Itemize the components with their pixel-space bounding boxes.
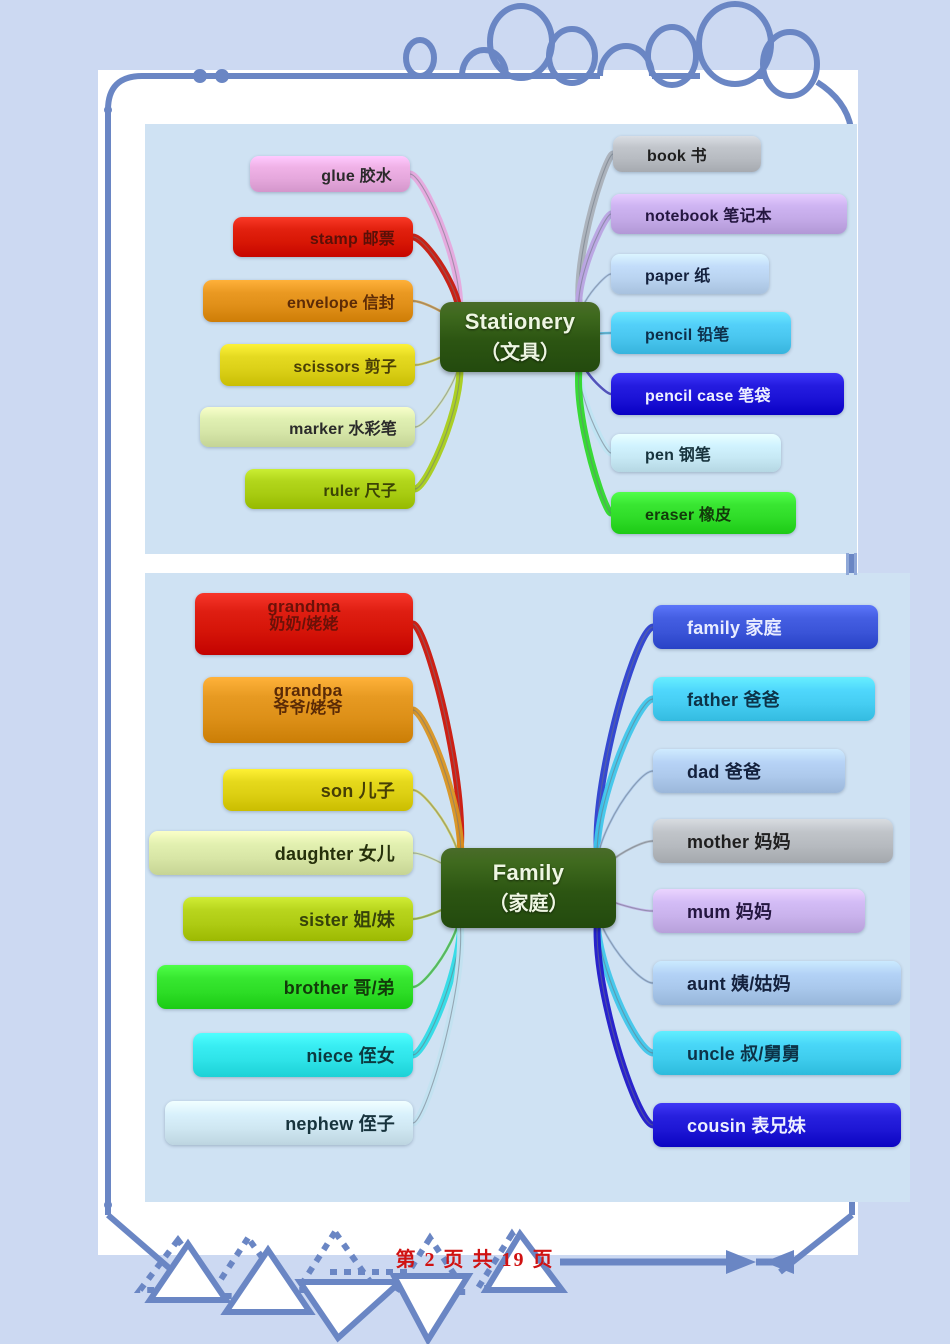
node-label: mother 妈妈 [687, 832, 791, 852]
node-label: ruler 尺子 [323, 483, 397, 500]
node-envelope[interactable]: envelope 信封 [203, 280, 413, 322]
node-label: eraser 橡皮 [645, 507, 732, 524]
mindmap-family: Family （家庭） grandma 奶奶/姥姥 grandpa 爷爷/姥爷 son … [145, 573, 910, 1202]
node-label: nephew 侄子 [285, 1114, 395, 1134]
node-label: book 书 [647, 148, 707, 165]
node-sister[interactable]: sister 姐/妹 [183, 897, 413, 941]
node-family[interactable]: family 家庭 [653, 605, 878, 649]
node-label: notebook 笔记本 [645, 208, 772, 225]
node-label: brother 哥/弟 [283, 978, 395, 998]
node-label: envelope 信封 [286, 295, 395, 312]
node-label-en: grandma [267, 597, 341, 616]
node-grandpa[interactable]: grandpa 爷爷/姥爷 [203, 677, 413, 743]
node-dad[interactable]: dad 爸爸 [653, 749, 845, 793]
node-ruler[interactable]: ruler 尺子 [245, 469, 415, 509]
central-node-stationery[interactable]: Stationery （文具） [440, 302, 600, 372]
node-pen[interactable]: pen 钢笔 [611, 434, 781, 472]
node-pencil-case[interactable]: pencil case 笔袋 [611, 373, 844, 415]
node-label: stamp 邮票 [309, 231, 395, 248]
node-pencil[interactable]: pencil 铅笔 [611, 312, 791, 354]
node-mum[interactable]: mum 妈妈 [653, 889, 865, 933]
page-gap-marks [842, 553, 860, 575]
node-label: uncle 叔/舅舅 [687, 1044, 801, 1064]
page-canvas: Stationery （文具） glue 胶水 stamp 邮票 envelope … [0, 0, 950, 1344]
node-label-cn: 爷爷/姥爷 [273, 700, 343, 718]
node-label: dad 爸爸 [687, 762, 762, 782]
node-label: aunt 姨/姑妈 [687, 974, 791, 994]
node-label: mum 妈妈 [687, 902, 773, 922]
node-aunt[interactable]: aunt 姨/姑妈 [653, 961, 901, 1005]
node-label: pen 钢笔 [645, 447, 712, 464]
node-cousin[interactable]: cousin 表兄妹 [653, 1103, 901, 1147]
node-marker[interactable]: marker 水彩笔 [200, 407, 415, 447]
node-brother[interactable]: brother 哥/弟 [157, 965, 413, 1009]
node-daughter[interactable]: daughter 女儿 [149, 831, 413, 875]
node-stamp[interactable]: stamp 邮票 [233, 217, 413, 257]
node-label-en: grandpa [273, 681, 343, 700]
node-paper[interactable]: paper 纸 [611, 254, 769, 294]
mindmap-stationery: Stationery （文具） glue 胶水 stamp 邮票 envelope … [145, 124, 857, 554]
node-label: scissors 剪子 [293, 359, 397, 376]
node-label: son 儿子 [320, 781, 395, 801]
central-label-en: Stationery [464, 309, 576, 334]
node-glue[interactable]: glue 胶水 [250, 156, 410, 192]
node-label: sister 姐/妹 [298, 910, 395, 930]
node-nephew[interactable]: nephew 侄子 [165, 1101, 413, 1145]
node-notebook[interactable]: notebook 笔记本 [611, 194, 847, 234]
node-label: father 爸爸 [687, 690, 780, 710]
node-eraser[interactable]: eraser 橡皮 [611, 492, 796, 534]
node-label: family 家庭 [687, 618, 782, 638]
node-mother[interactable]: mother 妈妈 [653, 819, 893, 863]
node-book[interactable]: book 书 [613, 136, 761, 172]
node-label: daughter 女儿 [274, 844, 395, 864]
central-label-en: Family [492, 860, 565, 885]
central-node-family[interactable]: Family （家庭） [441, 848, 616, 928]
node-uncle[interactable]: uncle 叔/舅舅 [653, 1031, 901, 1075]
node-father[interactable]: father 爸爸 [653, 677, 875, 721]
node-label: paper 纸 [645, 268, 711, 285]
central-label-cn: （文具） [480, 342, 560, 364]
node-label: marker 水彩笔 [289, 421, 397, 438]
node-label: niece 侄女 [306, 1046, 395, 1066]
node-label: glue 胶水 [321, 168, 392, 185]
central-label-cn: （家庭） [488, 893, 569, 915]
node-niece[interactable]: niece 侄女 [193, 1033, 413, 1077]
node-label: pencil 铅笔 [645, 327, 730, 344]
page-footer: 第 2 页 共 19 页 [395, 1249, 555, 1271]
node-label: cousin 表兄妹 [687, 1116, 807, 1136]
node-son[interactable]: son 儿子 [223, 769, 413, 811]
node-label-cn: 奶奶/姥姥 [269, 616, 339, 634]
node-grandma[interactable]: grandma 奶奶/姥姥 [195, 593, 413, 655]
node-scissors[interactable]: scissors 剪子 [220, 344, 415, 386]
node-label: pencil case 笔袋 [645, 388, 771, 405]
